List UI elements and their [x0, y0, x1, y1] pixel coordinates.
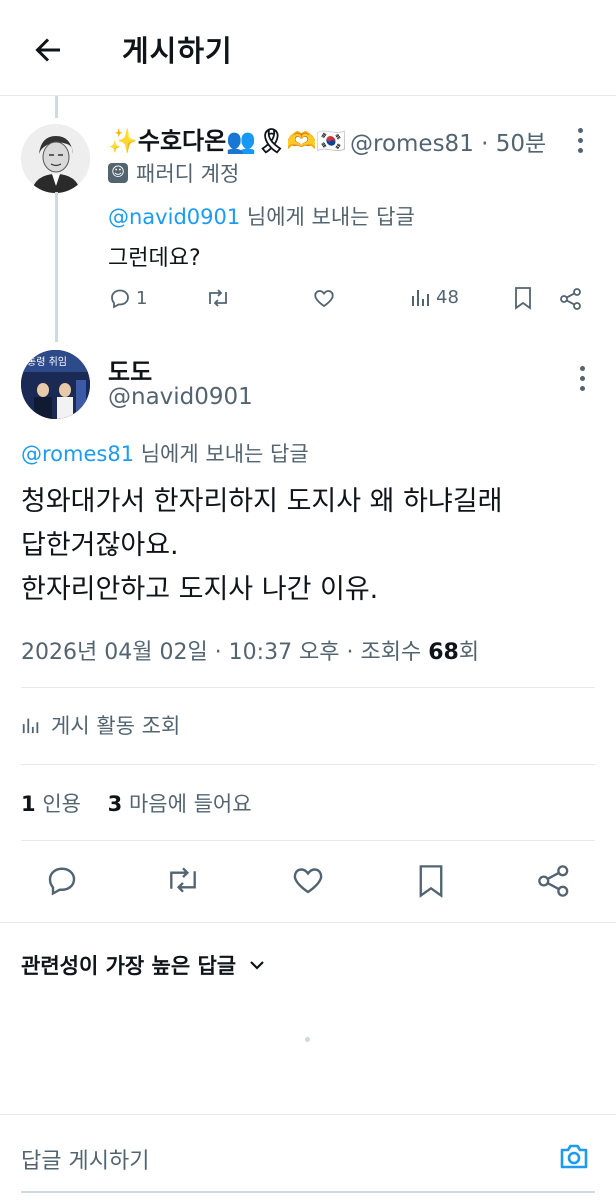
- share-button[interactable]: [558, 286, 584, 312]
- likes-count: 3: [107, 792, 123, 816]
- share-button[interactable]: [535, 862, 573, 900]
- loading-indicator: [305, 1037, 310, 1042]
- camera-icon[interactable]: [556, 1139, 592, 1175]
- handle-and-time: @romes81 · 50분: [350, 124, 546, 158]
- avatar-portrait-icon: [21, 124, 90, 193]
- parody-label: ☺ 패러디 계정: [108, 158, 239, 188]
- reply-input-underline: [21, 1191, 595, 1193]
- reply-sort-label: 관련성이 가장 높은 답글: [21, 954, 237, 978]
- repost-button[interactable]: [164, 862, 202, 898]
- post-datetime: 2026년 04월 02일 · 10:37 오후 · 조회수: [21, 640, 429, 665]
- reply-sort-dropdown[interactable]: 관련성이 가장 높은 답글: [21, 950, 266, 980]
- divider: [21, 764, 595, 765]
- divider: [21, 687, 595, 688]
- post-text: 그런데요?: [108, 246, 201, 271]
- post-metadata: 2026년 04월 02일 · 10:37 오후 · 조회수 68회: [21, 634, 479, 666]
- reply-to-suffix: 님에게 보내는 답글: [240, 205, 415, 229]
- reply-composer: 답글 게시하기: [0, 1114, 616, 1200]
- reply-to-suffix: 님에게 보내는 답글: [134, 442, 309, 466]
- like-button[interactable]: [289, 862, 327, 898]
- thread-line: [55, 96, 58, 118]
- quotes-stat[interactable]: 1 인용: [21, 792, 81, 816]
- views-count: 68: [428, 640, 459, 665]
- repost-icon: [209, 289, 227, 307]
- reply-to-link[interactable]: @romes81: [21, 442, 134, 466]
- like-button[interactable]: [311, 286, 337, 310]
- bookmark-button[interactable]: [414, 862, 448, 900]
- repost-button[interactable]: [205, 286, 231, 310]
- views-count: 48: [436, 286, 459, 308]
- post-activity-link[interactable]: 게시 활동 조회: [21, 710, 180, 740]
- bookmark-button[interactable]: [512, 285, 534, 311]
- handle[interactable]: @romes81: [350, 131, 474, 157]
- handle[interactable]: @navid0901: [108, 384, 253, 410]
- bar-chart-icon: [412, 290, 429, 306]
- replying-to: @navid0901 님에게 보내는 답글: [108, 201, 415, 231]
- replying-to: @romes81 님에게 보내는 답글: [21, 438, 309, 468]
- bookmark-icon: [515, 287, 531, 310]
- display-name[interactable]: 도도: [108, 352, 152, 387]
- post-text: 청와대가서 한자리하지 도지사 왜 하냐길래 답한거잖아요. 한자리안하고 도지…: [21, 480, 502, 612]
- share-icon: [538, 865, 569, 897]
- top-bar: 게시하기: [0, 0, 616, 96]
- reply-to-link[interactable]: @navid0901: [108, 205, 240, 229]
- views-button[interactable]: 48: [410, 286, 459, 308]
- post-time: · 50분: [481, 131, 547, 157]
- mask-icon: ☺: [108, 163, 128, 183]
- avatar-stage-photo-icon: 통령 취임: [21, 350, 90, 419]
- more-options-icon[interactable]: [576, 128, 584, 156]
- likes-stat[interactable]: 3 마음에 들어요: [108, 792, 252, 816]
- avatar[interactable]: 통령 취임: [21, 350, 90, 419]
- post-text-line: 한자리안하고 도지사 나간 이유.: [21, 574, 379, 605]
- reply-button[interactable]: 1: [108, 286, 147, 310]
- reply-icon: [48, 867, 76, 896]
- reply-icon: [111, 289, 129, 309]
- reply-count: 1: [136, 287, 148, 309]
- bookmark-icon: [419, 865, 443, 898]
- quotes-label: 인용: [42, 792, 81, 816]
- post-activity-label: 게시 활동 조회: [51, 714, 181, 738]
- reply-button[interactable]: [44, 862, 80, 898]
- reply-input[interactable]: 답글 게시하기: [21, 1143, 149, 1175]
- page-title: 게시하기: [122, 34, 233, 68]
- heart-icon: [293, 868, 323, 894]
- avatar[interactable]: [21, 124, 90, 193]
- parody-label-text: 패러디 계정: [136, 162, 240, 186]
- engagement-stats: 1 인용 3 마음에 들어요: [21, 788, 252, 818]
- divider: [0, 922, 616, 923]
- back-arrow-icon[interactable]: [30, 32, 66, 68]
- bar-chart-icon: [22, 718, 39, 734]
- more-options-icon[interactable]: [578, 366, 586, 394]
- thread-line: [55, 192, 58, 342]
- repost-icon: [170, 867, 196, 893]
- post-text-line: 청와대가서 한자리하지 도지사 왜 하냐길래: [21, 486, 503, 517]
- display-name[interactable]: ✨수호다온👥🎗🫶🇰🇷: [108, 121, 346, 156]
- views-suffix: 회: [458, 640, 480, 665]
- heart-icon: [314, 290, 334, 308]
- svg-text:통령 취임: 통령 취임: [27, 355, 67, 368]
- post-text-line: 답한거잖아요.: [21, 530, 179, 561]
- divider: [21, 840, 595, 841]
- chevron-down-icon: [250, 961, 264, 970]
- quotes-count: 1: [21, 792, 36, 816]
- share-icon: [560, 288, 581, 310]
- likes-label: 마음에 들어요: [128, 792, 252, 816]
